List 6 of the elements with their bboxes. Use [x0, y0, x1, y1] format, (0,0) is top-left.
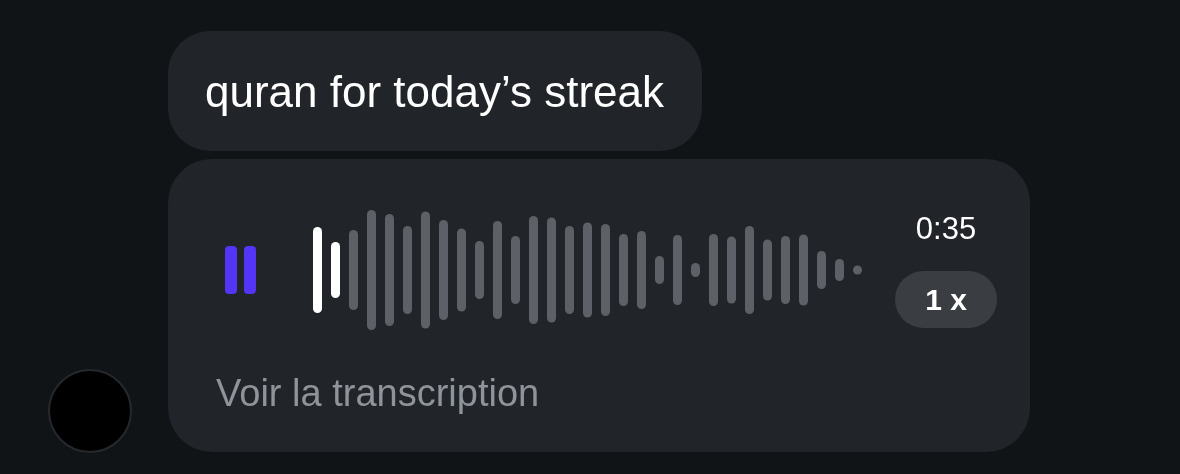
message-bubble: quran for today’s streak [168, 31, 702, 151]
transcription-link[interactable]: Voir la transcription [216, 365, 540, 422]
pause-icon[interactable] [225, 246, 257, 294]
playback-speed-button[interactable]: 1 x [895, 270, 997, 328]
waveform-drawing[interactable] [313, 209, 862, 331]
duration-text: 0:35 [915, 210, 977, 249]
